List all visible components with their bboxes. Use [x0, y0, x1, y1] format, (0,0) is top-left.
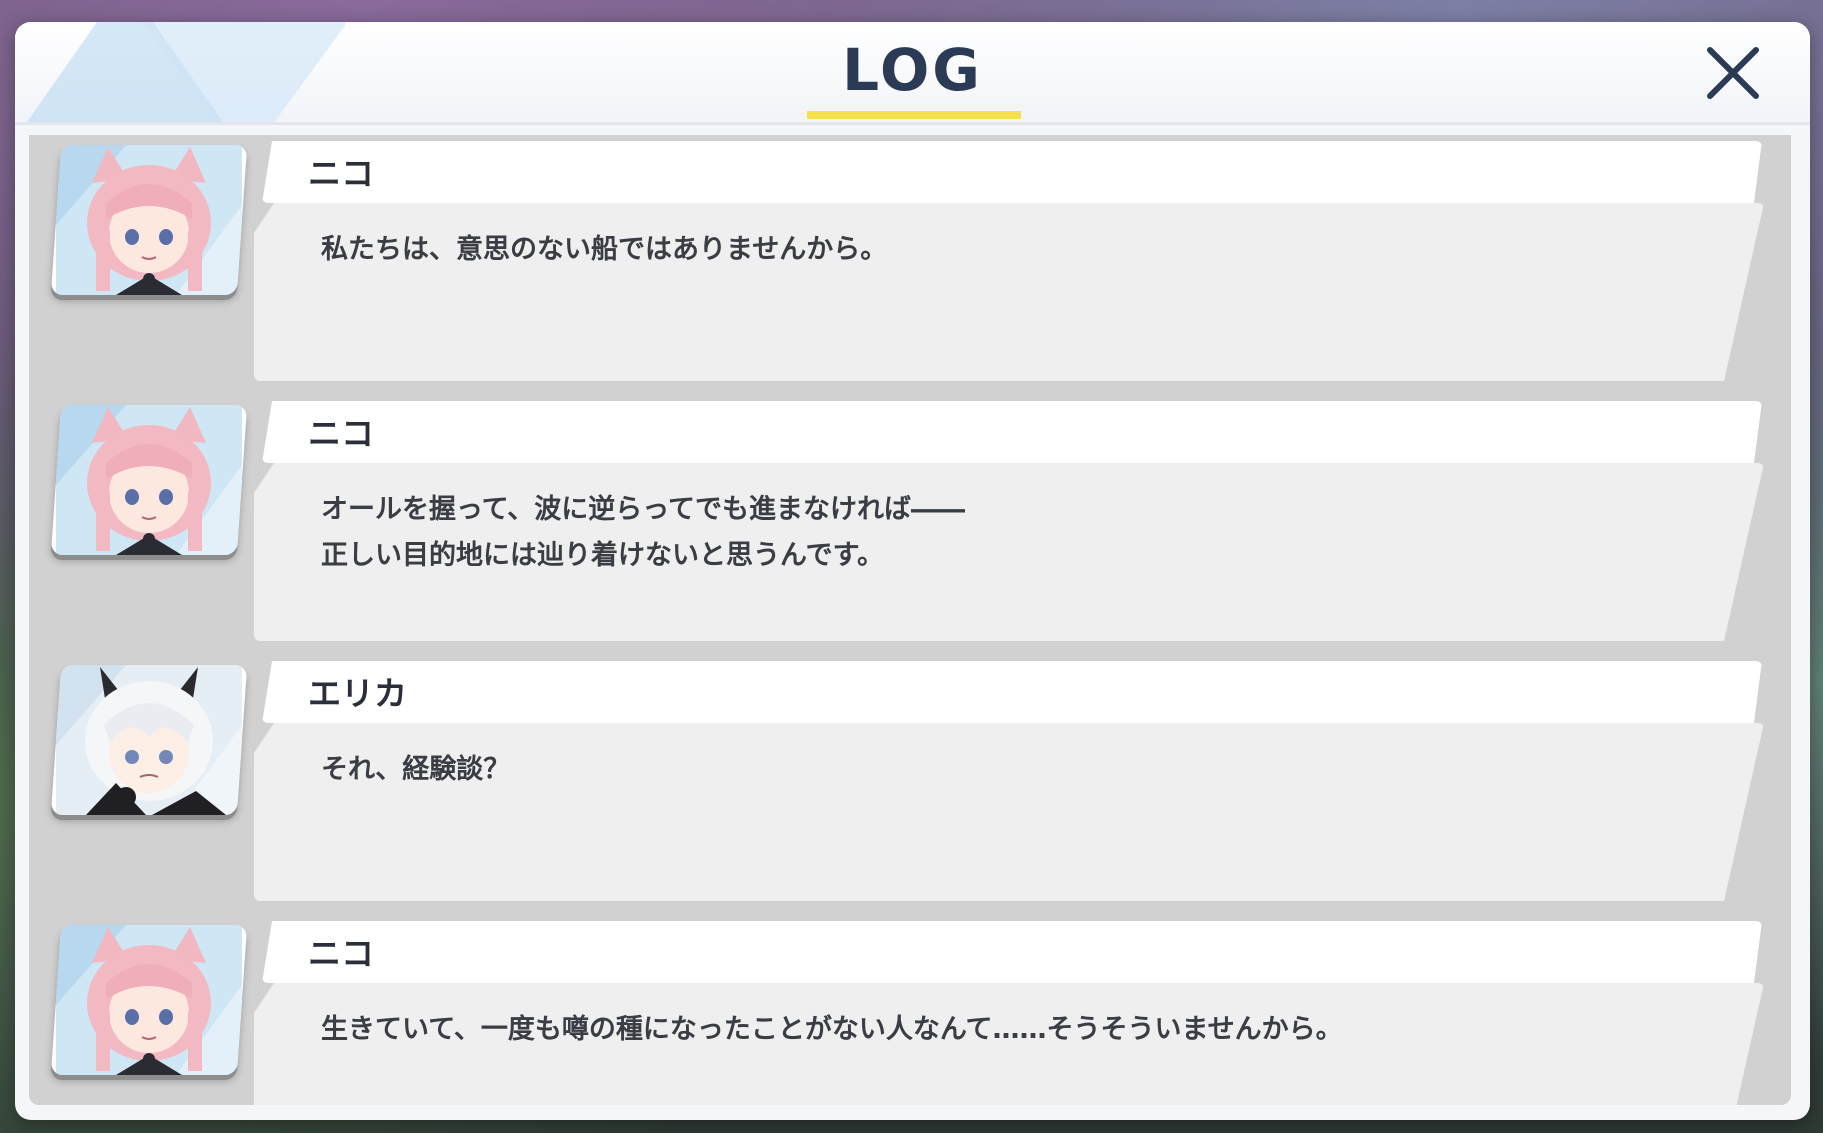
- speaker-name: ニコ: [308, 414, 374, 453]
- speaker-name: ニコ: [308, 934, 374, 973]
- pink-hair-character-icon: [56, 145, 242, 295]
- speaker-name: ニコ: [308, 154, 374, 193]
- speaker-name-box: [262, 661, 1762, 723]
- log-entry: ニコ 生きていて、一度も噂の種になったことがない人なんて……そうそういませんから…: [29, 917, 1791, 1105]
- log-list[interactable]: ニコ 私たちは、意思のない船ではありませんから。 ニコ オールを握って、波に逆ら…: [29, 135, 1791, 1105]
- white-hair-horned-character-icon: [56, 665, 242, 815]
- character-portrait[interactable]: [50, 405, 248, 555]
- close-button[interactable]: [1700, 40, 1766, 106]
- log-entry: エリカ それ、経験談？: [29, 657, 1791, 901]
- dialogue-line: 正しい目的地には辿り着けないと思うんです。: [321, 540, 884, 571]
- close-icon: [1707, 47, 1759, 99]
- character-portrait[interactable]: [50, 145, 248, 295]
- dialogue-line: 私たちは、意思のない船ではありませんから。: [321, 234, 888, 265]
- speaker-name-box: [262, 401, 1762, 463]
- dialogue-line: オールを握って、波に逆らってでも進まなければ――: [321, 494, 965, 525]
- log-panel: LOG ニコ 私たちは、意思のない船ではありませんから。 ニコ オールを握って、…: [15, 22, 1810, 1120]
- pink-hair-character-icon: [56, 925, 242, 1075]
- speaker-name: エリカ: [308, 674, 407, 713]
- log-entry: ニコ 私たちは、意思のない船ではありませんから。: [29, 137, 1791, 381]
- speaker-name-box: [262, 141, 1762, 203]
- title-underline: [807, 111, 1021, 119]
- dialogue-line: それ、経験談？: [321, 754, 511, 785]
- log-header: LOG: [15, 22, 1810, 125]
- dialogue-line: 生きていて、一度も噂の種になったことがない人なんて……そうそういませんから。: [321, 1014, 1343, 1045]
- pink-hair-character-icon: [56, 405, 242, 555]
- log-entry: ニコ オールを握って、波に逆らってでも進まなければ―― 正しい目的地には辿り着け…: [29, 397, 1791, 641]
- character-portrait[interactable]: [50, 925, 248, 1075]
- page-title: LOG: [842, 36, 983, 104]
- character-portrait[interactable]: [50, 665, 248, 815]
- speaker-name-box: [262, 921, 1762, 983]
